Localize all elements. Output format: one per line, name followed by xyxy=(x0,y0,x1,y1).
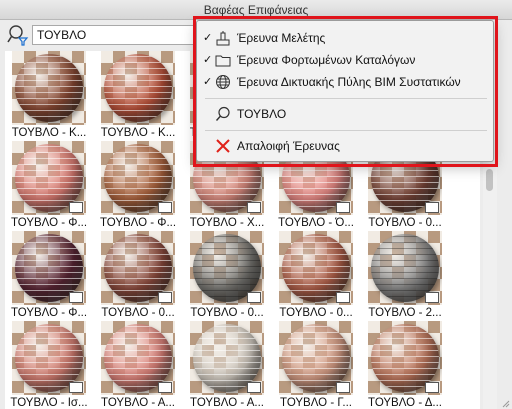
material-preview xyxy=(279,321,353,395)
material-label: ΤΟΥΒΛΟ - Χ... xyxy=(189,217,265,229)
menu-separator xyxy=(205,130,487,131)
material-label: ΤΟΥΒΛΟ - 0... xyxy=(101,307,175,319)
material-tile[interactable]: ΤΟΥΒΛΟ - Α... xyxy=(184,321,270,409)
material-tile[interactable]: ΤΟΥΒΛΟ - Φ... xyxy=(95,141,181,233)
material-tile[interactable]: ΤΟΥΒΛΟ - Φ... xyxy=(6,141,92,233)
material-label: ΤΟΥΒΛΟ - Κ... xyxy=(11,127,87,139)
menu-item-search-term[interactable]: ΤΟΥΒΛΟ xyxy=(197,103,495,125)
library-badge-icon xyxy=(158,202,172,213)
menu-item-label: Έρευνα Δικτυακής Πύλης BIM Συστατικών xyxy=(237,75,461,89)
library-badge-icon xyxy=(69,202,83,213)
library-badge-icon xyxy=(336,202,350,213)
folder-icon xyxy=(215,52,231,68)
material-sphere xyxy=(104,54,172,122)
material-label: ΤΟΥΒΛΟ - Φ... xyxy=(10,307,88,319)
material-preview xyxy=(101,51,175,125)
material-preview xyxy=(279,231,353,305)
search-filter-icon[interactable] xyxy=(6,24,30,46)
material-tile[interactable]: ΤΟΥΒΛΟ - Δ... xyxy=(362,321,448,409)
material-preview xyxy=(190,321,264,395)
library-badge-icon xyxy=(247,202,261,213)
material-tile[interactable]: ΤΟΥΒΛΟ - 2... xyxy=(362,231,448,323)
material-label: ΤΟΥΒΛΟ - 0... xyxy=(190,307,264,319)
menu-item-search-bim-portal[interactable]: ✓ Έρευνα Δικτυακής Πύλης BIM Συστατικών xyxy=(197,71,495,93)
material-tile[interactable]: ΤΟΥΒΛΟ - Φ... xyxy=(6,231,92,323)
resize-grip-icon[interactable] xyxy=(500,397,510,408)
material-preview xyxy=(368,321,442,395)
material-tile[interactable]: ΤΟΥΒΛΟ - Γ... xyxy=(273,321,359,409)
menu-item-search-project[interactable]: ✓ Έρευνα Μελέτης xyxy=(197,27,495,49)
material-preview xyxy=(12,141,86,215)
material-preview xyxy=(101,231,175,305)
check-icon: ✓ xyxy=(203,76,213,88)
material-tile[interactable]: ΤΟΥΒΛΟ - 0... xyxy=(184,231,270,323)
menu-item-label: Έρευνα Μελέτης xyxy=(237,31,326,45)
material-label: ΤΟΥΒΛΟ - Ό... xyxy=(278,217,354,229)
library-badge-icon xyxy=(425,382,439,393)
material-preview xyxy=(12,51,86,125)
material-label: ΤΟΥΒΛΟ - Α... xyxy=(190,397,264,409)
material-tile[interactable]: ΤΟΥΒΛΟ - Ισ... xyxy=(6,321,92,409)
close-icon xyxy=(215,138,231,154)
material-tile[interactable]: ΤΟΥΒΛΟ - Κ... xyxy=(6,51,92,143)
library-badge-icon xyxy=(158,382,172,393)
menu-item-search-libraries[interactable]: ✓ Έρευνα Φορτωμένων Καταλόγων xyxy=(197,49,495,71)
material-label: ΤΟΥΒΛΟ - Φ... xyxy=(10,217,88,229)
library-badge-icon xyxy=(336,292,350,303)
material-label: ΤΟΥΒΛΟ - Φ... xyxy=(99,217,177,229)
material-label: ΤΟΥΒΛΟ - Κ... xyxy=(100,127,176,139)
material-label: ΤΟΥΒΛΟ - 0... xyxy=(279,307,353,319)
search-input[interactable]: ΤΟΥΒΛΟ xyxy=(32,25,194,45)
menu-item-label: Έρευνα Φορτωμένων Καταλόγων xyxy=(237,53,416,67)
brush-icon xyxy=(215,30,231,46)
check-icon: ✓ xyxy=(203,32,213,44)
material-preview xyxy=(101,321,175,395)
search-icon xyxy=(215,106,231,122)
material-label: ΤΟΥΒΛΟ - Ισ... xyxy=(10,397,88,409)
menu-item-label: ΤΟΥΒΛΟ xyxy=(237,107,287,121)
material-preview xyxy=(190,231,264,305)
material-label: ΤΟΥΒΛΟ - Γ... xyxy=(280,397,352,409)
material-tile[interactable]: ΤΟΥΒΛΟ - 0... xyxy=(95,231,181,323)
search-options-menu: ✓ Έρευνα Μελέτης ✓ Έρευνα Φορτωμένων Κατ… xyxy=(196,20,494,162)
material-preview xyxy=(368,231,442,305)
check-icon: ✓ xyxy=(203,54,213,66)
library-badge-icon xyxy=(247,292,261,303)
material-label: ΤΟΥΒΛΟ - 0... xyxy=(368,217,442,229)
material-tile[interactable]: ΤΟΥΒΛΟ - Κ... xyxy=(95,51,181,143)
menu-separator xyxy=(205,98,487,99)
material-label: ΤΟΥΒΛΟ - Α... xyxy=(101,397,175,409)
material-preview xyxy=(12,321,86,395)
material-sphere xyxy=(15,54,83,122)
scroll-thumb[interactable] xyxy=(486,169,493,191)
library-badge-icon xyxy=(69,382,83,393)
globe-icon xyxy=(215,74,231,90)
menu-item-clear-search[interactable]: Απαλοιφή Έρευνας xyxy=(197,135,495,157)
library-badge-icon xyxy=(425,292,439,303)
library-badge-icon xyxy=(425,202,439,213)
library-badge-icon xyxy=(336,382,350,393)
material-tile[interactable]: ΤΟΥΒΛΟ - 0... xyxy=(273,231,359,323)
library-badge-icon xyxy=(69,292,83,303)
library-badge-icon xyxy=(158,292,172,303)
material-tile[interactable]: ΤΟΥΒΛΟ - Α... xyxy=(95,321,181,409)
material-preview xyxy=(101,141,175,215)
menu-item-label: Απαλοιφή Έρευνας xyxy=(237,139,340,153)
material-label: ΤΟΥΒΛΟ - 2... xyxy=(368,307,442,319)
material-label: ΤΟΥΒΛΟ - Δ... xyxy=(368,397,442,409)
window-title: Βαφέας Επιφάνειας xyxy=(0,0,512,20)
library-badge-icon xyxy=(247,382,261,393)
material-preview xyxy=(12,231,86,305)
